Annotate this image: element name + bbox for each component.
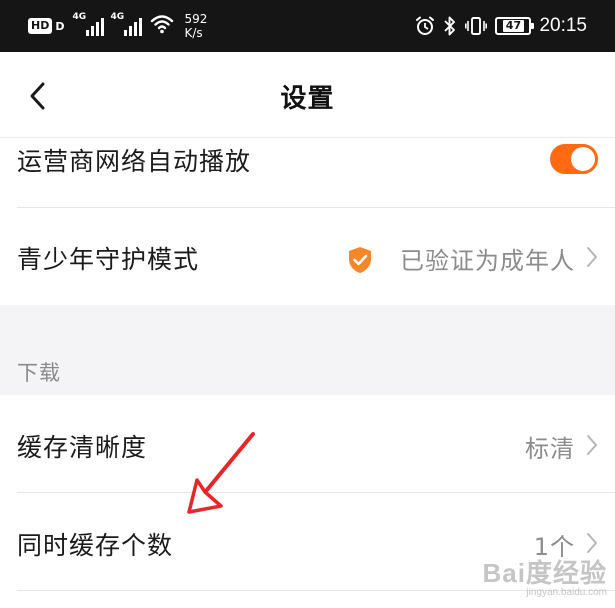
battery-level: 47 xyxy=(502,20,525,32)
network-speed-unit: K/s xyxy=(184,26,203,40)
download-section-header: 下载 xyxy=(0,305,615,395)
autoplay-toggle[interactable] xyxy=(550,144,598,174)
chevron-right-icon xyxy=(587,533,597,553)
concurrent-cache-count-row[interactable]: 同时缓存个数 1个 xyxy=(0,493,615,591)
status-time: 20:15 xyxy=(539,15,587,36)
concurrent-cache-count-value: 1个 xyxy=(533,533,575,561)
youth-mode-row[interactable]: 青少年守护模式 已验证为成年人 xyxy=(0,208,615,305)
row-divider xyxy=(17,590,615,591)
battery-icon: 47 xyxy=(495,17,535,35)
nav-header: 设置 xyxy=(0,52,615,138)
vibrate-icon xyxy=(465,16,488,36)
status-bar: HD D 4G 4G 592 K/s 47 20:15 xyxy=(0,0,615,52)
status-bar-right: 47 20:15 xyxy=(415,10,587,42)
youth-mode-label: 青少年守护模式 xyxy=(17,245,200,274)
network-generation-label: 4G xyxy=(110,12,125,22)
shield-check-icon xyxy=(349,247,371,273)
chevron-right-icon xyxy=(587,247,597,267)
section-header-label: 下载 xyxy=(17,361,61,385)
wifi-icon xyxy=(150,14,174,38)
hd-voice-badge: HD xyxy=(28,18,53,34)
network-speed: 592 K/s xyxy=(184,12,207,40)
chevron-right-icon xyxy=(587,435,597,455)
bluetooth-icon xyxy=(443,15,457,37)
network-generation-label: 4G xyxy=(72,12,87,22)
cache-quality-label: 缓存清晰度 xyxy=(17,433,148,462)
signal-icon: 4G xyxy=(110,12,143,36)
cache-quality-row[interactable]: 缓存清晰度 标清 xyxy=(0,395,615,493)
hd-voice-suffix: D xyxy=(55,19,65,33)
cache-quality-value: 标清 xyxy=(525,435,575,463)
autoplay-setting-row[interactable]: 运营商网络自动播放 xyxy=(0,139,615,208)
page-title: 设置 xyxy=(280,84,335,114)
status-bar-left: HD D 4G 4G 592 K/s xyxy=(28,10,207,42)
alarm-icon xyxy=(415,16,435,36)
toggle-knob xyxy=(571,147,595,171)
concurrent-cache-count-label: 同时缓存个数 xyxy=(17,531,174,560)
network-speed-value: 592 xyxy=(184,12,208,26)
signal-icon: 4G xyxy=(72,12,105,36)
youth-mode-status: 已验证为成年人 xyxy=(400,247,575,275)
autoplay-setting-label: 运营商网络自动播放 xyxy=(17,147,252,176)
